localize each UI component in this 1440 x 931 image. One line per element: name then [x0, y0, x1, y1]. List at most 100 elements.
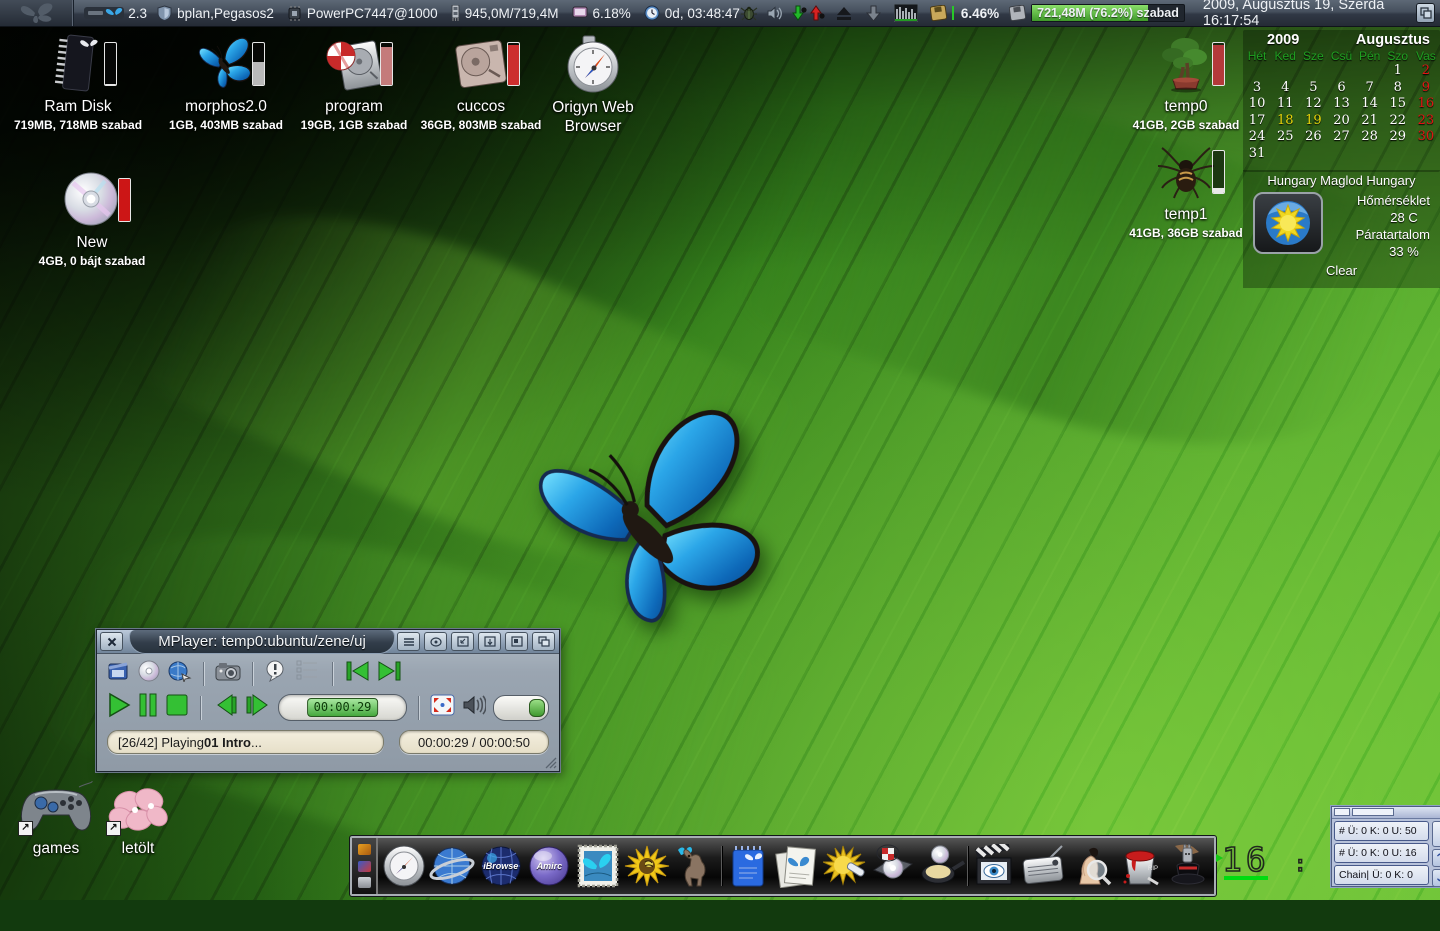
- dock-panel: iBrowse Amirc: [350, 836, 1216, 896]
- dock-icon-documents[interactable]: [773, 843, 819, 889]
- dock-icon-magic-hat[interactable]: [1165, 843, 1211, 889]
- irc-gadget[interactable]: [1334, 808, 1350, 816]
- dock-icon-gold-sun-paint[interactable]: [822, 843, 868, 889]
- mplayer-titlebar[interactable]: MPlayer: temp0:ubuntu/zene/uj: [97, 630, 559, 654]
- weather-temp-label: Hőmérséklet: [1323, 192, 1430, 209]
- scrollbar-slider[interactable]: [1432, 821, 1440, 847]
- dock-icon-owb-compass[interactable]: [381, 843, 427, 889]
- calendar-day: 12: [1299, 96, 1327, 113]
- desktop-icon-letolt[interactable]: ↗ letölt: [98, 780, 178, 858]
- irc-titlebar[interactable]: [1332, 807, 1440, 819]
- usage-gauge: [104, 42, 117, 86]
- dock-icon-sunflower-mail[interactable]: [624, 843, 670, 889]
- desktop-icon-temp1[interactable]: temp1 41GB, 36GB szabad: [1126, 140, 1246, 240]
- scroll-down-button[interactable]: ⌄: [1432, 869, 1440, 887]
- mplayer-window[interactable]: MPlayer: temp0:ubuntu/zene/uj 00:00:29: [96, 629, 560, 772]
- eject-icon[interactable]: [835, 6, 853, 21]
- harddisk-boing-icon: [323, 34, 385, 94]
- speaker-tray-icon[interactable]: [767, 6, 784, 21]
- snapshot-button[interactable]: [215, 660, 241, 687]
- dock-icon-image-viewer[interactable]: [1068, 843, 1114, 889]
- dock-icon-notepad[interactable]: [724, 843, 770, 889]
- iconify-gadget-button[interactable]: [478, 632, 501, 651]
- calendar-day: [1356, 146, 1384, 163]
- volume-slider[interactable]: [493, 695, 549, 721]
- desktop-icon-program[interactable]: program 19GB, 1GB szabad: [292, 32, 416, 132]
- calendar-day: 26: [1299, 129, 1327, 146]
- fullscreen-button[interactable]: [430, 694, 455, 721]
- info-button[interactable]: [264, 660, 288, 687]
- dock-separator: [721, 846, 722, 886]
- bonsai-icon: [1155, 33, 1217, 95]
- scroll-up-button[interactable]: ⌃: [1432, 849, 1440, 867]
- mini-dock-icon-2[interactable]: [358, 861, 371, 872]
- dock-icon-video-clapper[interactable]: [971, 843, 1017, 889]
- pause-button[interactable]: [138, 692, 158, 723]
- desktop-icon-games[interactable]: ↗ games: [10, 780, 102, 858]
- depth-gadget-button[interactable]: [532, 632, 555, 651]
- desktop-icon-cuccos[interactable]: cuccos 36GB, 803MB szabad: [416, 32, 546, 132]
- dock-icon-amirc-sphere[interactable]: Amirc: [526, 843, 572, 889]
- spider-icon: [1154, 140, 1218, 204]
- ambient-menu-button[interactable]: [0, 0, 74, 26]
- dock-icon-ibrowse-globe[interactable]: iBrowse: [478, 843, 524, 889]
- menubar-datetime: 2009, Augusztus 19, Szerda 16:17:54: [1203, 0, 1404, 29]
- shade-gadget-button[interactable]: [397, 632, 420, 651]
- irc-channel-button[interactable]: # Ü: 0 K: 0 U: 16: [1334, 843, 1429, 863]
- calendar-day: [1299, 63, 1327, 80]
- cd-disc-icon: [61, 169, 123, 231]
- calendar-day: 16: [1412, 96, 1440, 113]
- download-arrow-icon[interactable]: [865, 5, 882, 22]
- zip-gadget-button[interactable]: [451, 632, 474, 651]
- previous-track-button[interactable]: [344, 660, 370, 687]
- desktop-icon-temp0[interactable]: temp0 41GB, 2GB szabad: [1132, 32, 1240, 132]
- step-back-button[interactable]: [212, 693, 238, 722]
- disk-icon: [1009, 5, 1026, 21]
- dock-icon-emule-donkey[interactable]: [672, 843, 718, 889]
- dock-icon-cd-frier-pan[interactable]: [919, 843, 965, 889]
- close-button[interactable]: [100, 632, 123, 651]
- calendar-day: 28: [1356, 129, 1384, 146]
- next-track-button[interactable]: [377, 660, 403, 687]
- irc-channel-button[interactable]: Chain| Ü: 0 K: 0: [1334, 865, 1429, 885]
- resize-handle[interactable]: [545, 757, 557, 769]
- mini-dock-icon-3[interactable]: [358, 877, 371, 888]
- desktop-icon-morphos[interactable]: morphos2.0 1GB, 403MB szabad: [156, 32, 296, 132]
- zoom-gadget-button[interactable]: [505, 632, 528, 651]
- bug-tray-icon[interactable]: [740, 5, 758, 22]
- depth-gadget-button[interactable]: [1416, 3, 1435, 23]
- clock-underline: [1224, 876, 1268, 880]
- open-stream-button[interactable]: [168, 660, 192, 687]
- dock-icon-radio[interactable]: [1020, 843, 1066, 889]
- histogram-icon: [894, 4, 918, 22]
- step-forward-button[interactable]: [245, 693, 271, 722]
- open-disc-button[interactable]: [138, 660, 161, 687]
- irc-channel-panel[interactable]: # Ü: 0 K: 0 U: 50# Ü: 0 K: 0 U: 16Chain|…: [1331, 806, 1440, 887]
- desktop-icon-ramdisk[interactable]: Ram Disk 719MB, 718MB szabad: [8, 32, 148, 132]
- playback-status-field: [26/42] Playing 01 Intro...: [107, 730, 384, 754]
- dock-icon-cd-burner[interactable]: [870, 843, 916, 889]
- irc-gadget[interactable]: [1352, 808, 1394, 816]
- clock-icon: [644, 5, 660, 21]
- desktop-icon-owb[interactable]: Origyn Web Browser: [544, 32, 642, 136]
- play-button[interactable]: [107, 692, 131, 723]
- mini-dock-icon-1[interactable]: [358, 844, 371, 855]
- dock-icon-paint-bucket[interactable]: RIP: [1117, 843, 1163, 889]
- eye-gadget-button[interactable]: [424, 632, 447, 651]
- irc-scrollbar[interactable]: ⌃ ⌄: [1431, 819, 1440, 887]
- dock-icon-mail-stamp[interactable]: [575, 843, 621, 889]
- volume-knob[interactable]: [529, 699, 545, 717]
- playlist-button[interactable]: [295, 660, 321, 687]
- dock-mini-column: [352, 838, 378, 894]
- icon-label: New: [32, 234, 152, 252]
- desktop-icon-new[interactable]: New 4GB, 0 bájt szabad: [32, 168, 152, 268]
- dock-icon-voyager-globe[interactable]: [429, 843, 475, 889]
- open-file-button[interactable]: [107, 660, 131, 687]
- seek-bar[interactable]: 00:00:29: [278, 694, 407, 721]
- sun-weather-icon: [1264, 199, 1312, 247]
- weather-condition: Clear: [1243, 263, 1440, 278]
- stop-button[interactable]: [165, 692, 189, 723]
- irc-channel-button[interactable]: # Ü: 0 K: 0 U: 50: [1334, 821, 1429, 841]
- irc-channel-list: # Ü: 0 K: 0 U: 50# Ü: 0 K: 0 U: 16Chain|…: [1332, 819, 1431, 887]
- mute-button[interactable]: [462, 694, 486, 721]
